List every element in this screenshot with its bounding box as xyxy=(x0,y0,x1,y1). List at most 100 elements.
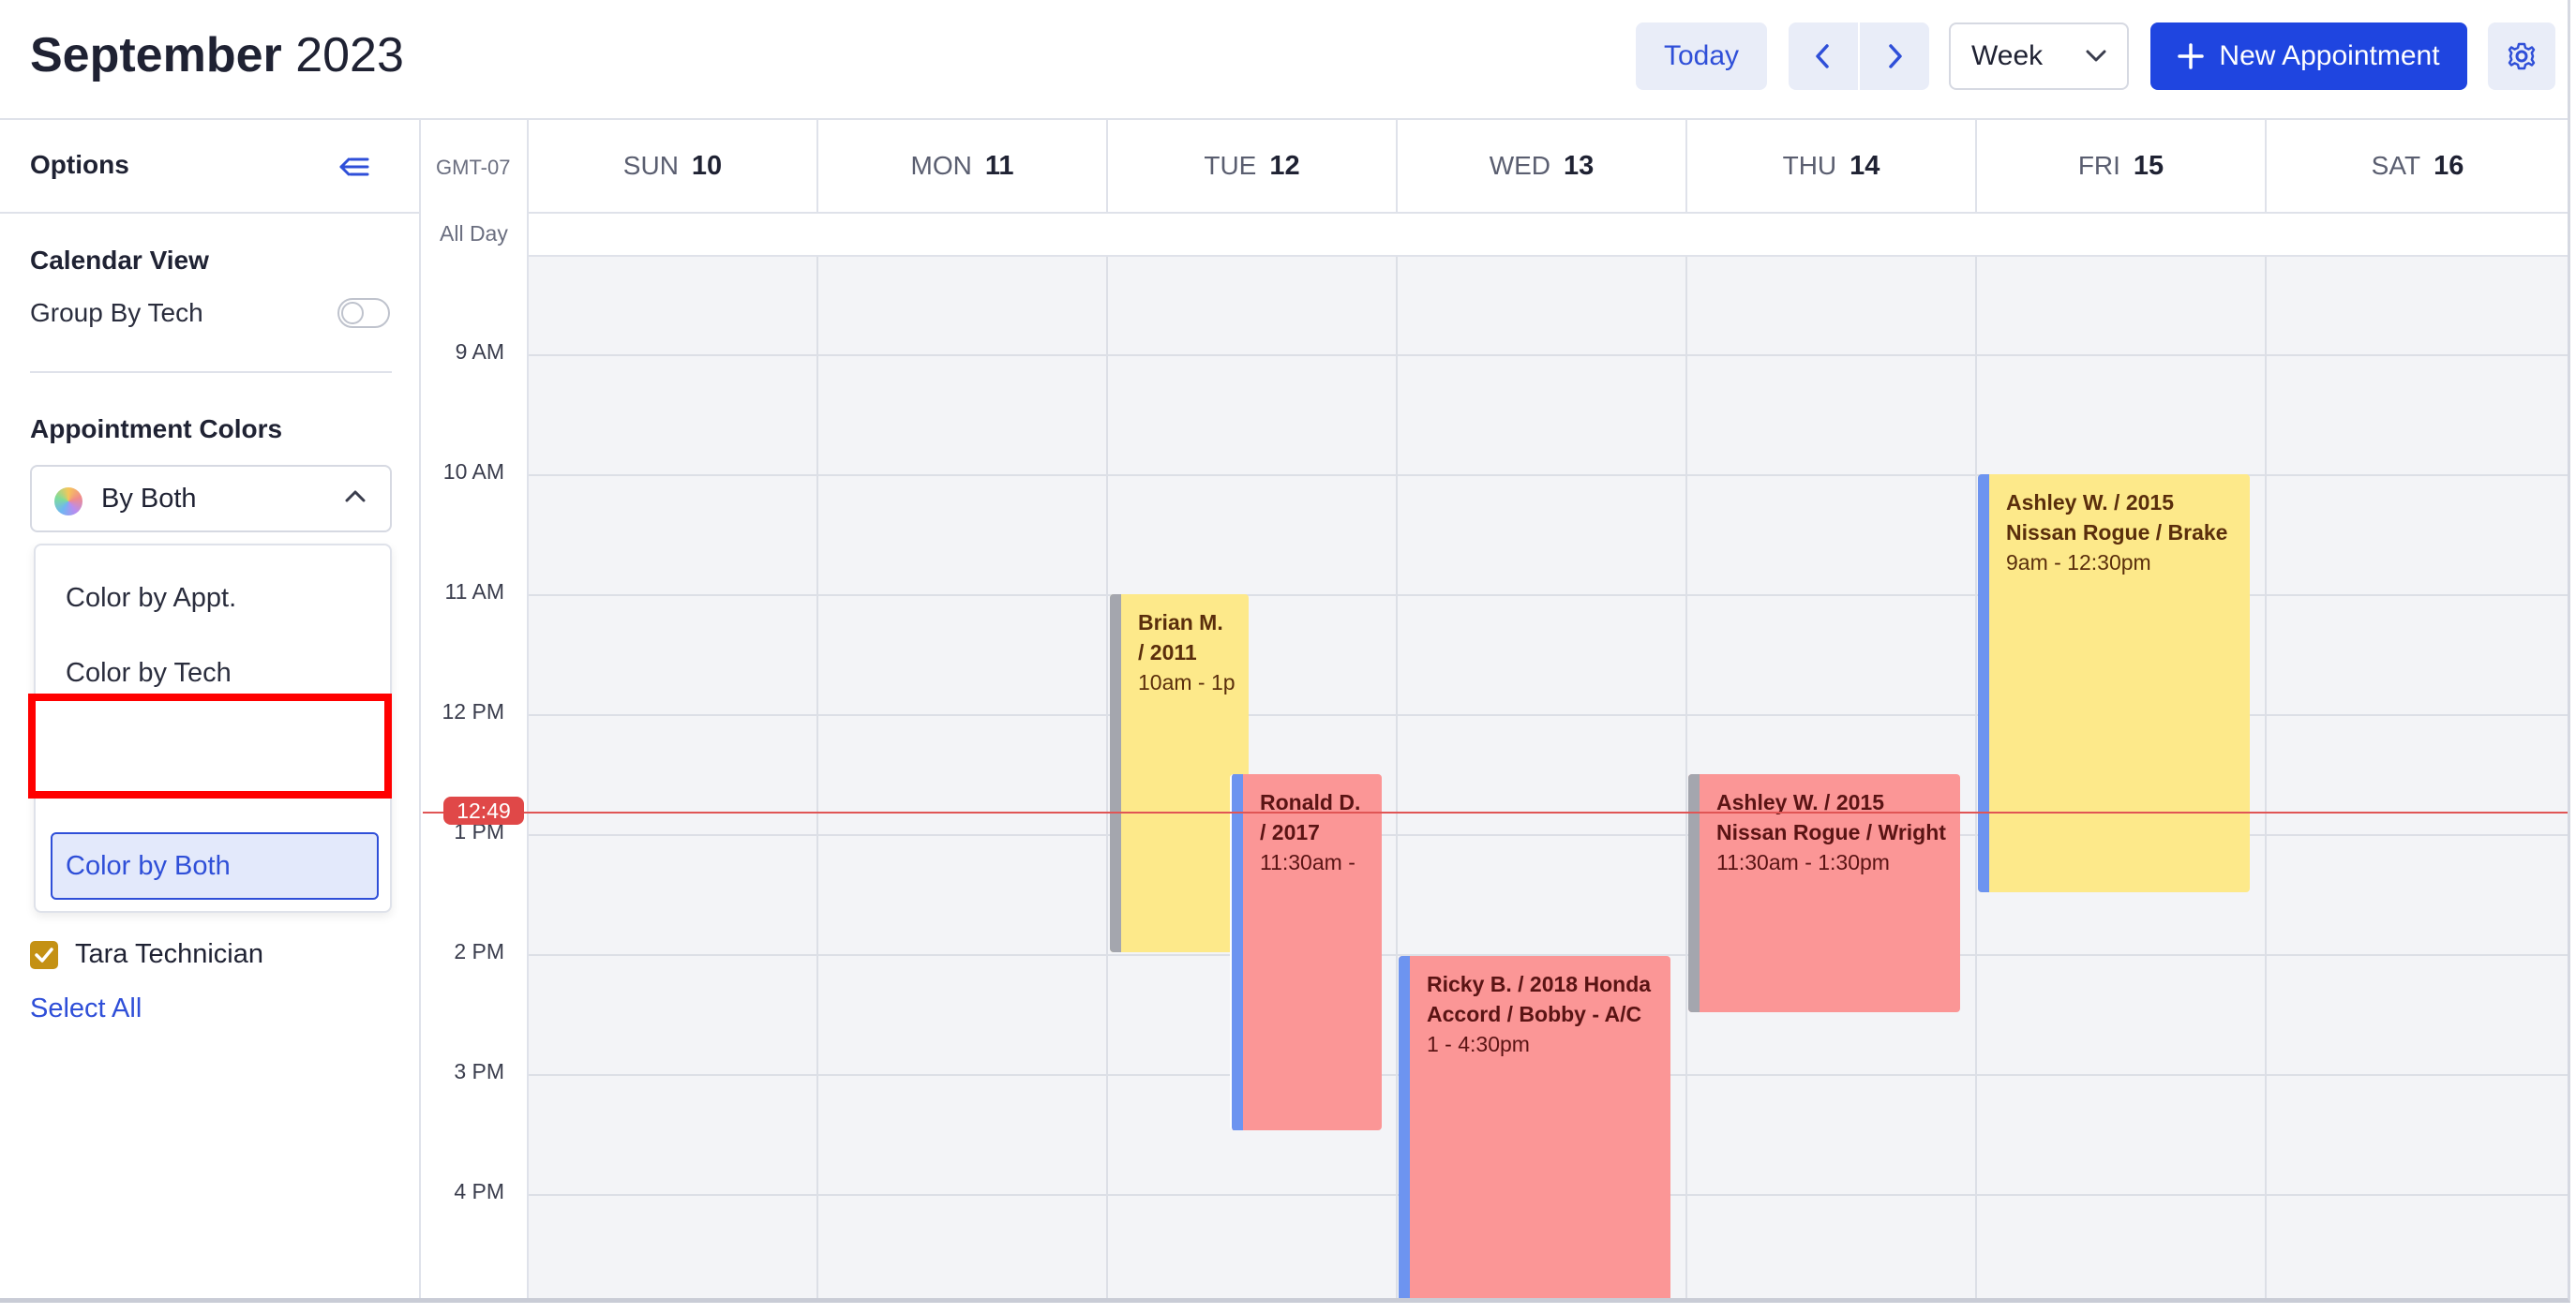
next-week-button[interactable] xyxy=(1860,22,1929,90)
hour-label: 3 PM xyxy=(454,1059,504,1083)
prev-week-button[interactable] xyxy=(1789,22,1858,90)
tech-color-bar xyxy=(1688,774,1700,1012)
day-divider xyxy=(816,257,818,1298)
day-name: FRI xyxy=(2077,151,2120,180)
year-label: 2023 xyxy=(295,28,404,82)
hour-label: 10 AM xyxy=(442,459,504,484)
day-number: 16 xyxy=(2434,150,2464,181)
day-name: MON xyxy=(910,151,972,180)
dropdown-option-label: Color by Both xyxy=(66,851,231,881)
current-time-line xyxy=(423,812,2568,814)
appointment-card[interactable]: Ashley W. / 2015 Nissan Rogue / Wright 1… xyxy=(1688,774,1960,1012)
dropdown-option-color-by-appt[interactable]: Color by Appt. xyxy=(66,583,236,614)
day-header-fri[interactable]: FRI 15 xyxy=(1977,120,2267,214)
day-header-wed[interactable]: WED 13 xyxy=(1398,120,1687,214)
appointment-time: 11:30am - 1:30pm xyxy=(1716,850,1890,874)
hour-line xyxy=(529,474,2568,476)
tech-checkbox[interactable] xyxy=(30,941,58,969)
highlight-annotation xyxy=(28,694,392,799)
week-calendar: GMT-07 All Day 9 AM 10 AM 11 AM 12 PM 1 … xyxy=(423,120,2568,1298)
day-header-mon[interactable]: MON 11 xyxy=(818,120,1108,214)
day-header-sat[interactable]: SAT 16 xyxy=(2267,120,2568,214)
new-appointment-button[interactable]: New Appointment xyxy=(2150,22,2467,90)
appointment-title: / 2017 xyxy=(1260,820,1320,844)
view-select[interactable]: Week xyxy=(1949,22,2129,90)
appointment-title: Brian M. xyxy=(1138,610,1223,635)
group-by-tech-label: Group By Tech xyxy=(30,298,203,327)
top-header: September 2023 Today Week New Appointmen… xyxy=(0,0,2568,120)
select-all-link[interactable]: Select All xyxy=(30,993,142,1024)
day-header-sun[interactable]: SUN 10 xyxy=(529,120,818,214)
checkmark-icon xyxy=(35,948,53,963)
appointment-colors-select[interactable]: By Both xyxy=(30,465,392,532)
appointment-card[interactable]: Ricky B. / 2018 Honda Accord / Bobby - A… xyxy=(1399,956,1670,1298)
toggle-knob xyxy=(341,302,364,324)
day-number: 12 xyxy=(1269,150,1300,181)
options-sidebar: Options Calendar View Group By Tech Appo… xyxy=(0,120,421,1298)
gear-icon xyxy=(2508,42,2536,70)
hour-line xyxy=(529,594,2568,596)
day-divider xyxy=(1685,257,1687,1298)
collapse-sidebar-icon[interactable] xyxy=(337,150,371,184)
appointment-title: Accord / Bobby - A/C xyxy=(1427,1002,1642,1026)
calendar-view-title: Calendar View xyxy=(30,246,209,275)
appointment-time: 9am - 12:30pm xyxy=(2006,550,2151,575)
sidebar-divider xyxy=(30,371,392,373)
appointment-card[interactable]: Ashley W. / 2015 Nissan Rogue / Brake 9a… xyxy=(1978,474,2250,892)
settings-button[interactable] xyxy=(2488,22,2555,90)
day-divider xyxy=(1396,257,1398,1298)
day-header-thu[interactable]: THU 14 xyxy=(1687,120,1977,214)
appointment-colors-title: Appointment Colors xyxy=(30,414,283,443)
page-title: September 2023 xyxy=(30,24,404,86)
month-label: September xyxy=(30,28,282,82)
day-name: SUN xyxy=(622,151,679,180)
dropdown-option-color-by-tech[interactable]: Color by Tech xyxy=(66,658,232,689)
group-by-tech-toggle[interactable] xyxy=(337,298,390,328)
appointment-title: Nissan Rogue / Wright xyxy=(1716,820,1946,844)
plus-icon xyxy=(2178,43,2205,69)
appointment-title: Nissan Rogue / Brake xyxy=(2006,520,2228,545)
appointment-title: Ashley W. / 2015 xyxy=(2006,490,2174,515)
day-number: 13 xyxy=(1564,150,1595,181)
hour-label: 4 PM xyxy=(454,1179,504,1203)
color-wheel-icon xyxy=(54,487,82,515)
tech-color-bar xyxy=(1232,774,1243,1130)
day-header-tue[interactable]: TUE 12 xyxy=(1108,120,1398,214)
hour-label: 12 PM xyxy=(442,699,504,724)
time-grid[interactable]: Brian M. / 2011 10am - 1p Ronald D. / 20… xyxy=(529,257,2568,1298)
hour-label: 11 AM xyxy=(444,579,505,604)
day-divider xyxy=(1106,257,1108,1298)
appointment-time: 11:30am - xyxy=(1260,850,1355,874)
day-name: THU xyxy=(1782,151,1837,180)
appointment-time: 10am - 1p xyxy=(1138,670,1236,694)
chevron-up-icon xyxy=(345,490,366,502)
hour-line xyxy=(529,834,2568,836)
timezone-label: GMT-07 xyxy=(436,156,511,179)
day-divider xyxy=(1975,257,1977,1298)
day-number: 10 xyxy=(691,150,723,181)
chevron-left-icon xyxy=(1816,44,1829,68)
hour-label: 9 AM xyxy=(455,339,504,364)
hour-label: 2 PM xyxy=(454,939,504,963)
view-select-value: Week xyxy=(1971,40,2044,71)
appointment-card[interactable]: Brian M. / 2011 10am - 1p xyxy=(1110,594,1249,952)
day-divider xyxy=(2265,257,2267,1298)
dropdown-option-color-by-both[interactable]: Color by Both xyxy=(51,832,379,900)
day-number: 14 xyxy=(1850,150,1880,181)
appointment-card[interactable]: Ronald D. / 2017 11:30am - xyxy=(1230,774,1382,1130)
today-button[interactable]: Today xyxy=(1636,22,1767,90)
chevron-right-icon xyxy=(1889,44,1902,68)
chevron-down-icon xyxy=(2086,50,2106,62)
options-title: Options xyxy=(30,150,129,179)
day-name: WED xyxy=(1489,151,1551,180)
day-number: 11 xyxy=(984,150,1014,181)
all-day-row[interactable] xyxy=(529,214,2568,257)
day-name: TUE xyxy=(1204,151,1257,180)
tech-color-bar xyxy=(1978,474,1989,892)
day-name: SAT xyxy=(2371,151,2421,180)
tech-label: Tara Technician xyxy=(75,939,263,969)
time-gutter: GMT-07 All Day 9 AM 10 AM 11 AM 12 PM 1 … xyxy=(423,120,529,1298)
appointment-title: / 2011 xyxy=(1138,640,1197,664)
tech-color-bar xyxy=(1399,956,1410,1298)
all-day-label: All Day xyxy=(440,221,508,246)
